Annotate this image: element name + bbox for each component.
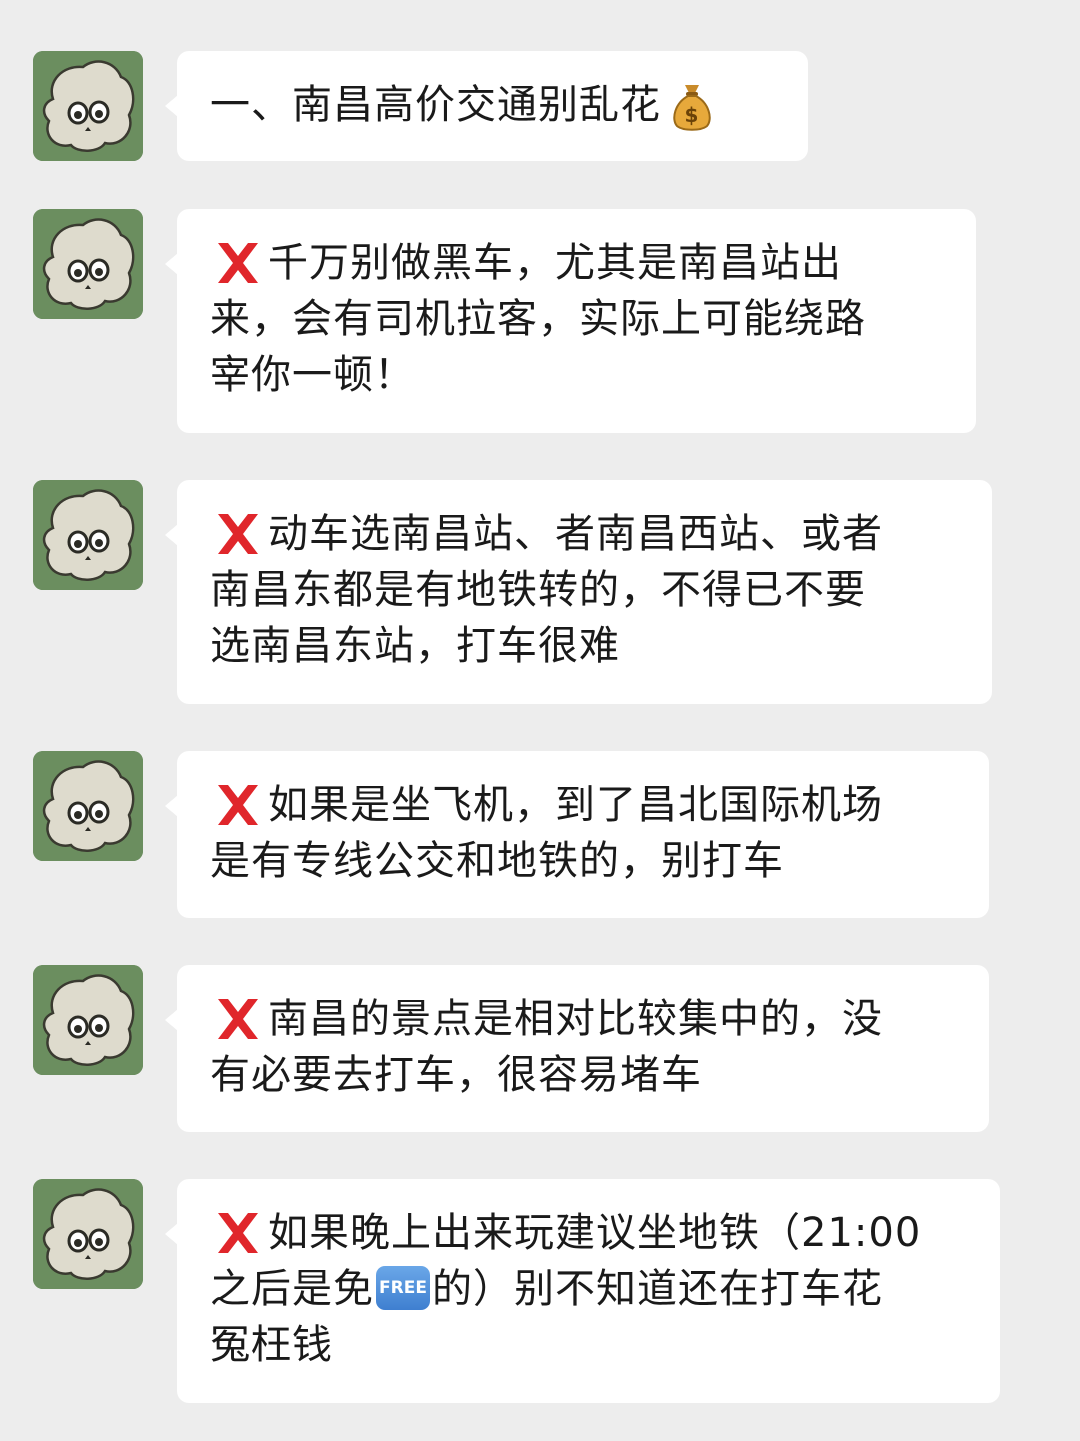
svg-text:$: $	[685, 103, 700, 127]
message-line: 千万别做黑车，尤其是南昌站出	[210, 235, 946, 291]
message-line: 来，会有司机拉客，实际上可能绕路	[210, 296, 866, 342]
avatar[interactable]	[33, 751, 143, 861]
skull-avatar-icon	[33, 209, 143, 319]
skull-avatar-icon	[33, 965, 143, 1075]
cross-mark-icon	[210, 235, 266, 291]
message-line: 有必要去打车，很容易堵车	[210, 1052, 702, 1098]
message-line: 南昌的景点是相对比较集中的，没	[210, 991, 959, 1047]
skull-avatar-icon	[33, 480, 143, 590]
skull-avatar-icon	[33, 51, 143, 161]
message-bubble[interactable]: 如果晚上出来玩建议坐地铁（21:00 之后是免 FREE 的）别不知道还在打车花 冤…	[165, 1179, 1000, 1403]
message-line: 冤枉钱	[210, 1322, 333, 1368]
message-line: 如果晚上出来玩建议坐地铁（21:00	[210, 1205, 970, 1261]
avatar[interactable]	[33, 1179, 143, 1289]
message-bubble[interactable]: 动车选南昌站、者南昌西站、或者 南昌东都是有地铁转的，不得已不要 选南昌东站，打…	[165, 480, 992, 704]
message-bubble[interactable]: 如果是坐飞机，到了昌北国际机场 是有专线公交和地铁的，别打车	[165, 751, 989, 918]
message-line: 南昌东都是有地铁转的，不得已不要	[210, 567, 866, 613]
avatar[interactable]	[33, 51, 143, 161]
free-button-icon: FREE	[376, 1266, 430, 1310]
message-line: 之后是免 FREE 的）别不知道还在打车花	[210, 1266, 883, 1312]
skull-avatar-icon	[33, 751, 143, 861]
avatar[interactable]	[33, 965, 143, 1075]
message-bubble[interactable]: 千万别做黑车，尤其是南昌站出 来，会有司机拉客，实际上可能绕路 宰你一顿！	[165, 209, 976, 433]
skull-avatar-icon	[33, 1179, 143, 1289]
cross-mark-icon	[210, 777, 266, 833]
avatar[interactable]	[33, 480, 143, 590]
message-line: 如果是坐飞机，到了昌北国际机场	[210, 777, 959, 833]
message-line: 是有专线公交和地铁的，别打车	[210, 838, 784, 884]
cross-mark-icon	[210, 991, 266, 1047]
message-bubble[interactable]: 南昌的景点是相对比较集中的，没 有必要去打车，很容易堵车	[165, 965, 989, 1132]
message-line: 一、南昌高价交通别乱花 $	[210, 77, 778, 133]
message-bubble[interactable]: 一、南昌高价交通别乱花 $	[165, 51, 808, 161]
cross-mark-icon	[210, 1205, 266, 1261]
message-line: 选南昌东站，打车很难	[210, 623, 620, 669]
message-line: 宰你一顿！	[210, 352, 415, 398]
avatar[interactable]	[33, 209, 143, 319]
money-bag-icon: $	[669, 77, 717, 133]
cross-mark-icon	[210, 506, 266, 562]
message-line: 动车选南昌站、者南昌西站、或者	[210, 506, 962, 562]
